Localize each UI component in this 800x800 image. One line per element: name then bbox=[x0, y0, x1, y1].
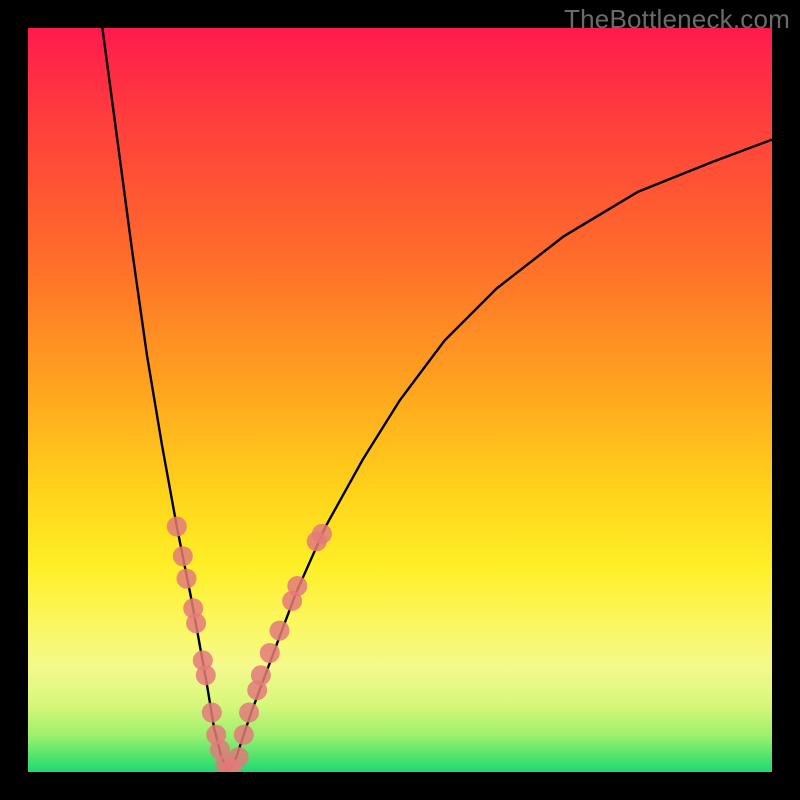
marker-dot bbox=[196, 665, 216, 685]
marker-dot bbox=[260, 643, 280, 663]
marker-dot bbox=[251, 665, 271, 685]
chart-frame: TheBottleneck.com bbox=[0, 0, 800, 800]
marker-dot bbox=[312, 524, 332, 544]
marker-dot bbox=[239, 703, 259, 723]
marker-dot bbox=[287, 576, 307, 596]
plot-area bbox=[28, 28, 772, 772]
marker-dot bbox=[177, 569, 197, 589]
marker-dot bbox=[167, 517, 187, 537]
marker-dot bbox=[202, 703, 222, 723]
marker-dot bbox=[234, 725, 254, 745]
marker-dot bbox=[186, 613, 206, 633]
marker-dot bbox=[270, 621, 290, 641]
marker-dot bbox=[229, 747, 249, 767]
highlight-dots bbox=[167, 517, 332, 773]
watermark-text: TheBottleneck.com bbox=[564, 4, 790, 35]
curve-layer bbox=[28, 28, 772, 772]
marker-dot bbox=[173, 546, 193, 566]
